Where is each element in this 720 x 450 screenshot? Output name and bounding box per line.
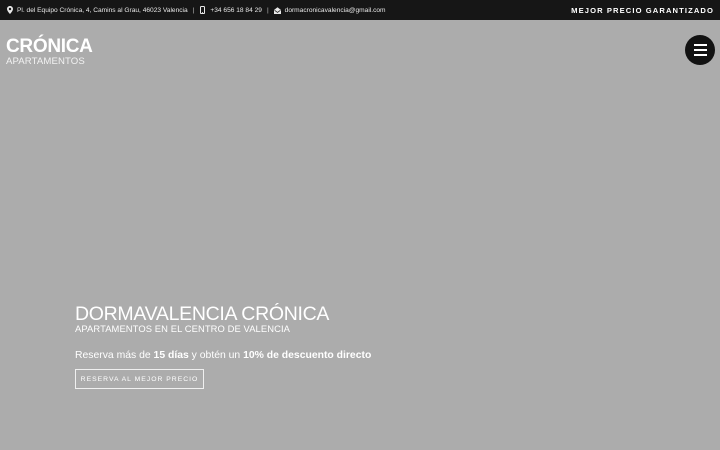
best-price-banner[interactable]: MEJOR PRECIO GARANTIZADO bbox=[571, 6, 720, 15]
site-logo[interactable]: CRÓNICA APARTAMENTOS bbox=[6, 36, 93, 67]
mobile-phone-icon bbox=[199, 6, 206, 15]
hamburger-menu-icon bbox=[693, 44, 707, 47]
separator: | bbox=[192, 6, 195, 14]
logo-wordmark: CRÓNICA bbox=[6, 36, 93, 57]
menu-button[interactable] bbox=[685, 35, 715, 65]
hamburger-menu-icon bbox=[693, 53, 707, 56]
address-text: Pl. del Equipo Crónica, 4, Camins al Gra… bbox=[17, 6, 188, 14]
address-item: Pl. del Equipo Crónica, 4, Camins al Gra… bbox=[6, 6, 188, 15]
separator: | bbox=[266, 6, 269, 14]
contact-info: Pl. del Equipo Crónica, 4, Camins al Gra… bbox=[0, 6, 386, 15]
email-item[interactable]: dormacronicavalencia@gmail.com bbox=[273, 6, 386, 15]
phone-link[interactable]: +34 656 18 84 29 bbox=[210, 7, 262, 14]
hero-title: DORMAVALENCIA CRÓNICA bbox=[75, 303, 330, 325]
logo-tagline: APARTAMENTOS bbox=[6, 56, 85, 67]
hero-section: DORMAVALENCIA CRÓNICA APARTAMENTOS EN EL… bbox=[75, 303, 495, 389]
offer-prefix: Reserva más de bbox=[75, 350, 154, 361]
top-bar: Pl. del Equipo Crónica, 4, Camins al Gra… bbox=[0, 0, 720, 20]
offer-discount: 10% de descuento directo bbox=[243, 350, 372, 361]
map-pin-icon bbox=[6, 6, 13, 15]
hamburger-menu-icon bbox=[693, 49, 707, 51]
phone-item[interactable]: +34 656 18 84 29 bbox=[199, 6, 262, 15]
hero-subtitle: APARTAMENTOS EN EL CENTRO DE VALENCIA bbox=[75, 323, 291, 334]
offer-days: 15 días bbox=[153, 350, 189, 361]
envelope-icon bbox=[273, 6, 281, 15]
email-link[interactable]: dormacronicavalencia@gmail.com bbox=[285, 7, 386, 14]
offer-middle: y obtén un bbox=[188, 350, 244, 361]
book-best-price-button[interactable]: RESERVA AL MEJOR PRECIO bbox=[75, 369, 204, 389]
discount-offer: Reserva más de 15 días y obtén un 10% de… bbox=[75, 350, 495, 361]
